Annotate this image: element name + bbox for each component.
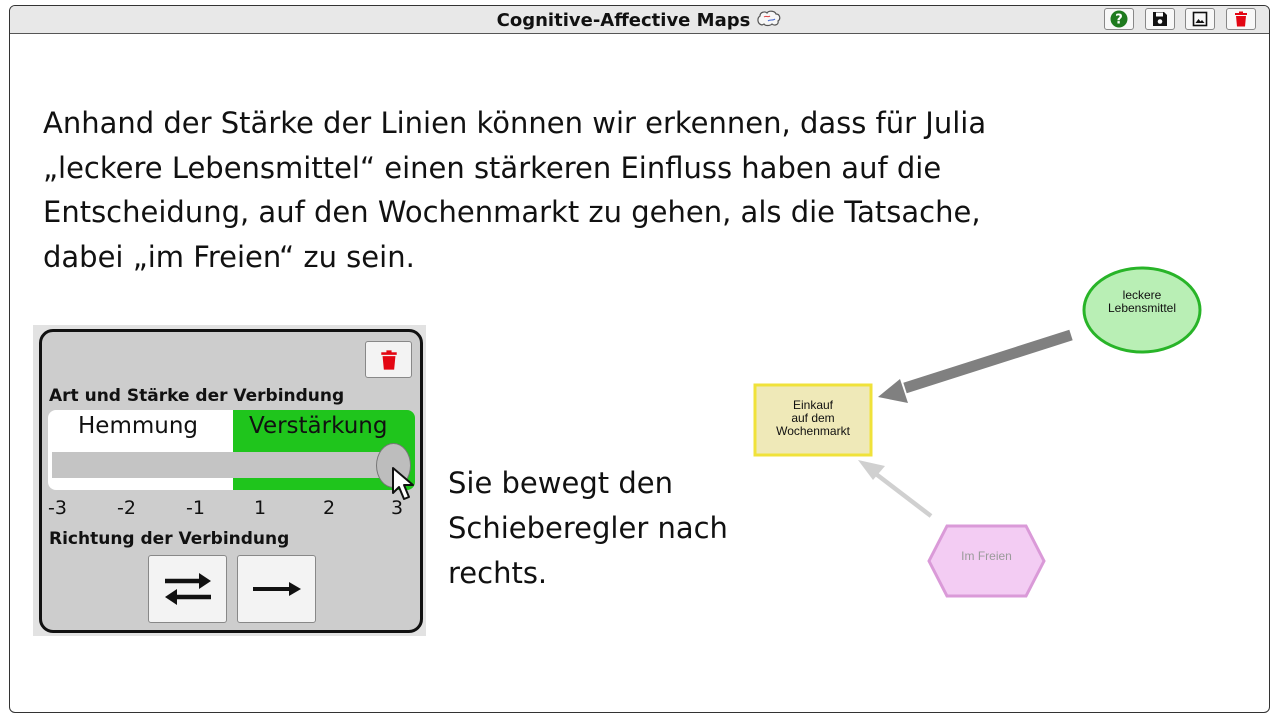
image-icon [1192, 11, 1208, 27]
node-einkauf-text: Einkauf auf dem Wochenmarkt [755, 399, 871, 438]
floppy-disk-icon [1153, 12, 1167, 26]
tick-label: -3 [48, 497, 67, 519]
explanation-text: Anhand der Stärke der Linien können wir … [43, 106, 987, 274]
title-bar: Cognitive-Affective Maps ? [10, 6, 1269, 34]
amplification-label: Verstärkung [249, 413, 388, 439]
inhibition-label: Hemmung [78, 413, 199, 439]
help-button[interactable]: ? [1104, 8, 1134, 30]
connection-panel: Art und Stärke der Verbindung Hemmung Ve… [39, 329, 423, 633]
tick-label: -1 [186, 497, 205, 519]
edge-leckere-einkauf[interactable] [878, 329, 1073, 403]
svg-text:?: ? [1115, 13, 1123, 28]
slider-ticks: -3 -2 -1 1 2 3 [42, 497, 426, 521]
bidirectional-arrows-icon [164, 573, 211, 605]
delete-button[interactable] [1226, 8, 1256, 30]
panel-delete-button[interactable] [365, 341, 412, 378]
tick-label: 2 [323, 497, 336, 519]
tick-label: 1 [254, 497, 267, 519]
image-button[interactable] [1185, 8, 1215, 30]
question-circle-icon: ? [1110, 10, 1128, 28]
bidirectional-button[interactable] [148, 555, 227, 623]
slider-track[interactable] [52, 452, 407, 478]
node-leckere-text: leckere Lebensmittel [1084, 289, 1200, 315]
right-arrow-icon [252, 582, 301, 596]
app-title: Cognitive-Affective Maps [10, 10, 1269, 33]
strength-slider[interactable]: Hemmung Verstärkung [48, 410, 415, 490]
direction-heading: Richtung der Verbindung [49, 529, 290, 549]
node-im-freien-text: Im Freien [961, 549, 1012, 563]
mouse-cursor-icon [392, 467, 414, 500]
save-button[interactable] [1145, 8, 1175, 30]
node-text-line: Lebensmittel [1107, 301, 1177, 315]
brain-icon [756, 10, 782, 33]
unidirectional-button[interactable] [237, 555, 316, 623]
strength-heading: Art und Stärke der Verbindung [49, 386, 345, 406]
edge-freien-einkauf[interactable] [858, 460, 933, 518]
app-title-text: Cognitive-Affective Maps [496, 10, 751, 31]
node-text-line: Wochenmarkt [776, 424, 850, 438]
trash-icon [1235, 11, 1247, 27]
tick-label: -2 [117, 497, 136, 519]
trash-icon [380, 349, 397, 370]
